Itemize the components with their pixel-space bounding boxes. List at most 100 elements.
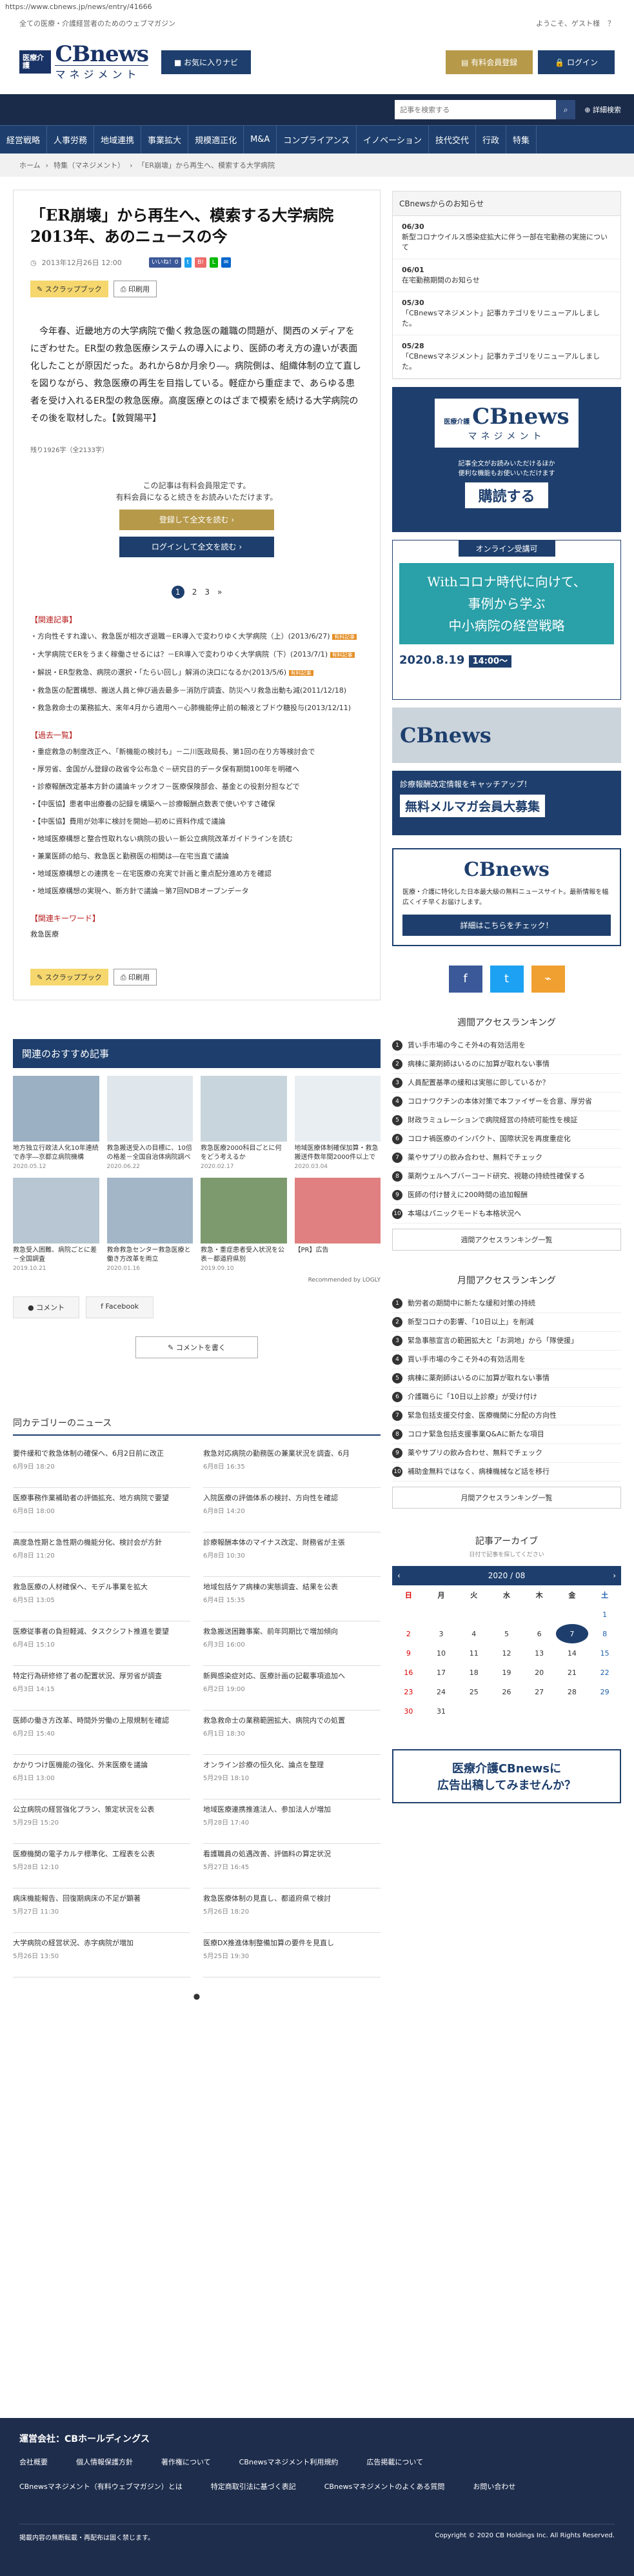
calendar-day[interactable]: 23	[392, 1682, 425, 1701]
recommend-card[interactable]: 救急・重症患者受入状況を公表－都道府県別 2019.09.10	[201, 1178, 287, 1272]
mail-icon[interactable]: ✉	[221, 257, 232, 268]
category-item[interactable]: 要件緩和で救急体制の確保へ、6月2日前に改正 6月9日 18:20	[13, 1443, 190, 1488]
past-item[interactable]: 地域医療構想との連携を－在宅医療の充実で計画と重点配分進め方を確認	[30, 867, 363, 880]
category-item[interactable]: 大学病院の経営状況、赤字病院が増加 5月26日 13:50	[13, 1933, 190, 1977]
category-item[interactable]: 病床機能報告、回復期病床の不足が顕著 5月27日 11:30	[13, 1888, 190, 1933]
breadcrumb-home[interactable]: ホーム	[19, 160, 41, 170]
category-item[interactable]: 診療報酬本体のマイナス改定、財務省が主張 6月8日 10:30	[203, 1532, 381, 1577]
page-next[interactable]: »	[217, 588, 222, 597]
ranking-item[interactable]: 9 医師の付け替えに200時間の追加報酬	[392, 1186, 621, 1205]
footer-link[interactable]: 広告掲載について	[366, 2457, 423, 2467]
ranking-item[interactable]: 5 財政ラミュレーションで病院経営の持続可能性を検証	[392, 1111, 621, 1130]
category-item[interactable]: オンライン診療の恒久化、論点を整理 5月29日 18:10	[203, 1755, 381, 1799]
category-item[interactable]: 医療事務作業補助者の評価拡充、地方病院で要望 6月8日 18:00	[13, 1488, 190, 1532]
calendar-day[interactable]: 16	[392, 1663, 425, 1682]
calendar-day[interactable]	[588, 1701, 621, 1721]
category-item[interactable]: 医師の働き方改革、時間外労働の上限規制を確認 6月2日 15:40	[13, 1710, 190, 1755]
past-item[interactable]: 地域医療構想と整合性取れない病院の扱い－新公立病院改革ガイドラインを読む	[30, 833, 363, 845]
calendar-day[interactable]: 1	[588, 1605, 621, 1624]
monthly-ranking-link[interactable]: 月間アクセスランキング一覧	[392, 1487, 621, 1509]
nav-item[interactable]: M&A	[244, 126, 277, 154]
notice-item[interactable]: 05/30 「CBnewsマネジメント」記事カテゴリをリニューアルしました。	[393, 292, 620, 335]
category-item[interactable]: 高度急性期と急性期の機能分化、検討会が方針 6月8日 11:20	[13, 1532, 190, 1577]
nav-item[interactable]: 経営戦略	[0, 126, 48, 154]
category-item[interactable]: 救急医療の人材確保へ、モデル事業を拡大 6月5日 13:05	[13, 1577, 190, 1621]
keyword-link[interactable]: 救急医療	[30, 929, 363, 939]
past-item[interactable]: 厚労省、金国がん登録の政省令公布急ぐ－研究目的データ保有期間100年を明確へ	[30, 763, 363, 775]
help-icon[interactable]: ？	[608, 19, 615, 28]
ranking-item[interactable]: 8 コロナ緊急包括支援事業Q&Aに新たな項目	[392, 1425, 621, 1444]
search-icon[interactable]: ⌕	[556, 100, 576, 119]
register-read-button[interactable]: 登録して全文を読む ›	[119, 510, 274, 530]
category-item[interactable]: 救急医療体制の見直し、都道府県で検討 5月26日 18:20	[203, 1888, 381, 1933]
recommend-card[interactable]: 救急医療2000科目ごとに何をどう考えるか 2020.02.17	[201, 1076, 287, 1170]
calendar-day[interactable]	[425, 1605, 458, 1624]
category-item[interactable]: 救急救命士の業務範囲拡大、病院内での処置 6月1日 18:30	[203, 1710, 381, 1755]
recommend-card[interactable]: 地域医療体制確保加算・救急搬送件数年間2000件以上で 2020.03.04	[294, 1076, 381, 1170]
category-item[interactable]: 医療機関の電子カルテ標準化、工程表を公表 5月28日 12:10	[13, 1844, 190, 1888]
print-button[interactable]: ⎙ 印刷用	[113, 281, 157, 297]
category-item[interactable]: かかりつけ医機能の強化、外来医療を議論 6月1日 13:00	[13, 1755, 190, 1799]
calendar-day[interactable]	[556, 1701, 589, 1721]
calendar-day[interactable]	[490, 1701, 523, 1721]
ranking-item[interactable]: 2 病棟に薬剤師はいるのに加算が取れない事情	[392, 1055, 621, 1074]
calendar-day[interactable]: 4	[457, 1624, 490, 1643]
calendar-day[interactable]	[392, 1605, 425, 1624]
calendar-day[interactable]: 18	[457, 1663, 490, 1682]
facebook-tab[interactable]: f Facebook	[86, 1296, 154, 1318]
category-item[interactable]: 救急対応病院の勤務医の兼業状況を調査、6月 6月8日 16:35	[203, 1443, 381, 1488]
magazine-banner[interactable]: CBnews	[392, 708, 621, 763]
calendar-day[interactable]: 28	[556, 1682, 589, 1701]
calendar-day[interactable]: 12	[490, 1643, 523, 1663]
ranking-item[interactable]: 10 補助金無料ではなく、病棟機械など話を移行	[392, 1463, 621, 1481]
write-comment-button[interactable]: ✎ コメントを書く	[135, 1336, 258, 1358]
notice-item[interactable]: 06/30 新型コロナウイルス感染症拡大に伴う一部在宅勤務の実施について	[393, 216, 620, 259]
ranking-item[interactable]: 7 緊急包括支援交付金、医療機関に分配の方向性	[392, 1407, 621, 1425]
past-item[interactable]: 【中医協】患者申出療養の記録を構築へ－診療報酬点数表で使いやすさ確保	[30, 798, 363, 810]
calendar-day[interactable]: 6	[523, 1624, 556, 1643]
ranking-item[interactable]: 6 コロナ禍医療のインパクト、国際状況を再度重症化	[392, 1130, 621, 1149]
recommend-card[interactable]: 地方独立行政法人化10年連続で赤字―京都立病院機構 2020.05.12	[13, 1076, 99, 1170]
past-item[interactable]: 重症救急の制度改正へ、「新機能の検討も」－二川医政局長、第1回の在り方等検討会で	[30, 746, 363, 758]
nav-item[interactable]: 人事労務	[47, 126, 95, 154]
ranking-item[interactable]: 8 薬剤ウェルヘブバーコード研究、視聴の持続性確保する	[392, 1167, 621, 1186]
ad-banner-bottom[interactable]: 医療介護CBnewsに 広告出稿してみませんか？	[392, 1749, 621, 1803]
ranking-item[interactable]: 2 新型コロナの影響、「10日以上」を削減	[392, 1313, 621, 1332]
nav-item[interactable]: 事業拡大	[141, 126, 189, 154]
calendar-day[interactable]: 2	[392, 1624, 425, 1643]
recommend-card[interactable]: 救命救急センター救急医療と働き方改革を両立 2020.01.16	[106, 1178, 193, 1272]
footer-link[interactable]: 会社概要	[19, 2457, 48, 2467]
scrapbook-button-bottom[interactable]: ✎ スクラップブック	[30, 969, 108, 986]
address-bar[interactable]: https://www.cbnews.jp/news/entry/41666	[0, 0, 634, 14]
calendar-day[interactable]: 25	[457, 1682, 490, 1701]
calendar-day[interactable]	[457, 1701, 490, 1721]
ranking-item[interactable]: 6 介護職らに「10日以上診療」が受け付け	[392, 1388, 621, 1407]
calendar-day[interactable]: 17	[425, 1663, 458, 1682]
calendar-day[interactable]	[523, 1605, 556, 1624]
line-icon[interactable]: L	[209, 257, 218, 268]
category-item[interactable]: 医療DX推進体制整備加算の要件を見直し 5月25日 19:30	[203, 1933, 381, 1977]
nav-item[interactable]: 行政	[476, 126, 506, 154]
past-item[interactable]: 診療報酬改定基本方針の議論キックオフ－医療保険部会、基金との役割分担などで	[30, 780, 363, 793]
footer-link[interactable]: 著作権について	[161, 2457, 211, 2467]
ranking-item[interactable]: 7 薬やサプリの飲み合わせ、無料でチェック	[392, 1149, 621, 1167]
login-button[interactable]: 🔒 ログイン	[538, 50, 615, 74]
nav-item[interactable]: 規模適正化	[188, 126, 244, 154]
category-item[interactable]: 地域医療連携推進法人、参加法人が増加 5月28日 17:40	[203, 1799, 381, 1844]
calendar-day[interactable]: 31	[425, 1701, 458, 1721]
promo-button[interactable]: 詳細はこちらをチェック！	[402, 915, 611, 936]
seminar-banner[interactable]: オンライン受講可 Withコロナ時代に向けて、 事例から学ぶ 中小病院の経営戦略…	[392, 540, 621, 700]
facebook-like-button[interactable]: いいね！0	[148, 257, 181, 268]
nav-item[interactable]: イノベーション	[357, 126, 429, 154]
footer-link[interactable]: 個人情報保護方針	[76, 2457, 133, 2467]
footer-link[interactable]: CBnewsマネジメント（有料ウェブマガジン）とは	[19, 2481, 183, 2492]
calendar-day[interactable]: 11	[457, 1643, 490, 1663]
favorite-nav-button[interactable]: ■ お気に入りナビ	[161, 50, 252, 74]
calendar-day[interactable]: 7	[555, 1624, 589, 1643]
related-item[interactable]: 救急救命士の業務拡大、来年4月から適用へ－心肺機能停止前の輸液とブドウ糖投与(2…	[30, 702, 363, 714]
calendar-day[interactable]: 15	[588, 1643, 621, 1663]
ranking-item[interactable]: 9 薬やサプリの飲み合わせ、無料でチェック	[392, 1444, 621, 1463]
category-item[interactable]: 医療従事者の負担軽減、タスクシフト推進を要望 6月4日 15:10	[13, 1621, 190, 1666]
calendar-day[interactable]: 9	[392, 1643, 425, 1663]
past-item[interactable]: 【中医協】費用が効率に検討を開始―初めに資料作成で議論	[30, 815, 363, 827]
